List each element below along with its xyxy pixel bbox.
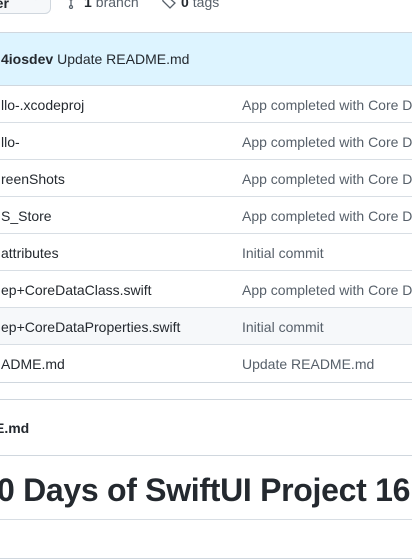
file-commit-message[interactable]: App completed with Core D <box>242 97 412 113</box>
repo-toolbar: ter 1 branch 0 tags <box>0 0 412 18</box>
git-branch-icon <box>68 0 74 9</box>
tags-count: 0 <box>181 0 189 10</box>
file-row[interactable]: llo-.xcodeproj App completed with Core D <box>0 86 412 123</box>
readme-heading: 0 Days of SwiftUI Project 16 <box>0 472 411 508</box>
file-list: 4iosdev Update README.md llo-.xcodeproj … <box>0 32 412 383</box>
file-row[interactable]: attributes Initial commit <box>0 234 412 271</box>
tag-icon <box>162 0 176 9</box>
file-row[interactable]: ADME.md Update README.md <box>0 345 412 382</box>
file-row[interactable]: reenShots App completed with Core D <box>0 160 412 197</box>
tags-label: tags <box>192 0 220 10</box>
readme-heading-divider <box>0 519 412 520</box>
file-commit-message[interactable]: Update README.md <box>242 356 374 372</box>
file-name[interactable]: reenShots <box>1 171 65 187</box>
latest-commit-header: 4iosdev Update README.md <box>0 33 412 86</box>
file-name[interactable]: ep+CoreDataClass.swift <box>1 282 152 298</box>
file-name[interactable]: attributes <box>1 245 59 261</box>
branches-label: branch <box>95 0 139 10</box>
branches-count: 1 <box>84 0 92 10</box>
file-commit-message[interactable]: App completed with Core D <box>242 171 412 187</box>
file-name[interactable]: ADME.md <box>1 356 65 372</box>
file-name[interactable]: llo- <box>1 134 20 150</box>
file-name[interactable]: ep+CoreDataProperties.swift <box>1 319 180 335</box>
readme-filename[interactable]: E.md <box>0 420 29 436</box>
file-commit-message[interactable]: App completed with Core D <box>242 134 412 150</box>
branches-link[interactable]: 1 branch <box>68 0 139 10</box>
file-row[interactable]: S_Store App completed with Core D <box>0 197 412 234</box>
branch-selector-label: ter <box>0 0 9 11</box>
readme-panel: E.md 0 Days of SwiftUI Project 16 <box>0 399 412 559</box>
file-row[interactable]: ep+CoreDataProperties.swift Initial comm… <box>0 308 412 345</box>
commit-message[interactable]: Update README.md <box>57 51 189 67</box>
commit-author[interactable]: 4iosdev <box>1 51 53 67</box>
file-row[interactable]: ep+CoreDataClass.swift App completed wit… <box>0 271 412 308</box>
branch-selector-button[interactable]: ter <box>0 0 51 14</box>
file-row[interactable]: llo- App completed with Core D <box>0 123 412 160</box>
file-commit-message[interactable]: App completed with Core D <box>242 282 412 298</box>
chevron-down-icon <box>35 0 37 1</box>
file-commit-message[interactable]: App completed with Core D <box>242 208 412 224</box>
file-commit-message[interactable]: Initial commit <box>242 319 324 335</box>
tags-link[interactable]: 0 tags <box>161 0 219 10</box>
file-name[interactable]: llo-.xcodeproj <box>1 97 84 113</box>
file-name[interactable]: S_Store <box>1 208 52 224</box>
readme-header: E.md <box>0 400 412 456</box>
file-commit-message[interactable]: Initial commit <box>242 245 324 261</box>
